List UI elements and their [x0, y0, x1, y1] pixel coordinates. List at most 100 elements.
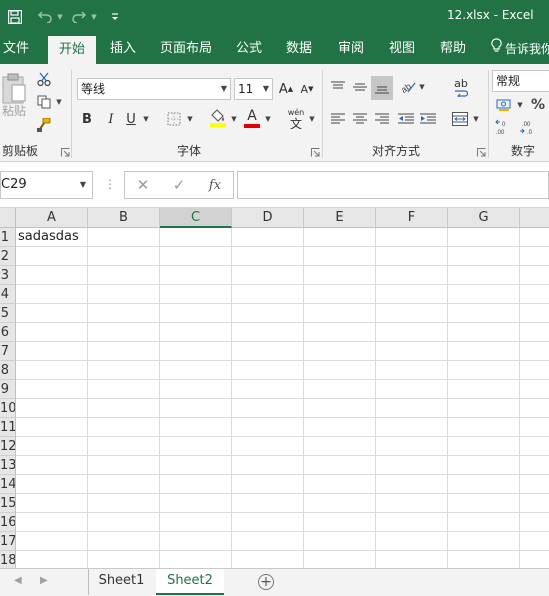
row-header[interactable]: 6	[0, 323, 16, 342]
cell-c17[interactable]	[160, 532, 232, 551]
cell-g13[interactable]	[448, 456, 520, 475]
cell-f16[interactable]	[376, 513, 448, 532]
column-header-f[interactable]: F	[376, 208, 448, 228]
cell-h3[interactable]	[520, 266, 549, 285]
cell-g14[interactable]	[448, 475, 520, 494]
cell-e16[interactable]	[304, 513, 376, 532]
undo-dropdown-icon[interactable]: ▼	[55, 0, 65, 34]
cell-h16[interactable]	[520, 513, 549, 532]
cell-e11[interactable]	[304, 418, 376, 437]
font-launcher-icon[interactable]	[311, 146, 320, 157]
row-header[interactable]: 13	[0, 456, 16, 475]
cell-b7[interactable]	[88, 342, 160, 361]
cell-f15[interactable]	[376, 494, 448, 513]
decrease-decimal-icon[interactable]: .00.0	[518, 116, 538, 138]
cell-g5[interactable]	[448, 304, 520, 323]
cell-f1[interactable]	[376, 228, 448, 247]
cell-c7[interactable]	[160, 342, 232, 361]
cell-a2[interactable]	[16, 247, 88, 266]
name-box[interactable]: C29 ▼	[0, 171, 93, 199]
cell-f8[interactable]	[376, 361, 448, 380]
cancel-icon[interactable]: ✕	[133, 176, 153, 194]
font-color-dropdown-icon[interactable]: ▼	[264, 114, 272, 124]
cell-h14[interactable]	[520, 475, 549, 494]
cell-e5[interactable]	[304, 304, 376, 323]
middle-align-icon[interactable]	[350, 76, 370, 98]
row-header[interactable]: 1	[0, 228, 16, 247]
cell-d13[interactable]	[232, 456, 304, 475]
font-size-box[interactable]: 11 ▼	[234, 78, 273, 100]
cell-b11[interactable]	[88, 418, 160, 437]
cell-d7[interactable]	[232, 342, 304, 361]
cell-b3[interactable]	[88, 266, 160, 285]
increase-indent-icon[interactable]	[418, 108, 438, 130]
cell-c15[interactable]	[160, 494, 232, 513]
tab-file[interactable]: 文件	[0, 34, 32, 64]
cell-f6[interactable]	[376, 323, 448, 342]
cell-a6[interactable]	[16, 323, 88, 342]
cell-a14[interactable]	[16, 475, 88, 494]
cell-h11[interactable]	[520, 418, 549, 437]
cell-h2[interactable]	[520, 247, 549, 266]
cell-d5[interactable]	[232, 304, 304, 323]
insert-function-icon[interactable]: fx	[205, 176, 225, 194]
cell-a4[interactable]	[16, 285, 88, 304]
accounting-format-icon[interactable]	[494, 94, 514, 116]
cell-f11[interactable]	[376, 418, 448, 437]
cell-b5[interactable]	[88, 304, 160, 323]
cell-c9[interactable]	[160, 380, 232, 399]
orientation-dropdown-icon[interactable]: ▼	[418, 82, 426, 92]
percent-style-button[interactable]: %	[528, 94, 548, 116]
cell-f5[interactable]	[376, 304, 448, 323]
align-center-icon[interactable]	[350, 108, 370, 130]
cell-c8[interactable]	[160, 361, 232, 380]
cell-d6[interactable]	[232, 323, 304, 342]
increase-decimal-icon[interactable]: 0.00	[494, 116, 514, 138]
merge-center-icon[interactable]	[450, 108, 470, 130]
cell-b4[interactable]	[88, 285, 160, 304]
tell-me-search[interactable]: 告诉我你	[491, 34, 549, 64]
customize-icon[interactable]	[108, 0, 122, 34]
cell-d8[interactable]	[232, 361, 304, 380]
cell-g8[interactable]	[448, 361, 520, 380]
row-header[interactable]: 16	[0, 513, 16, 532]
cell-b18[interactable]	[88, 551, 160, 568]
redo-dropdown-icon[interactable]: ▼	[89, 0, 99, 34]
row-header[interactable]: 5	[0, 304, 16, 323]
tab-home[interactable]: 开始	[48, 36, 96, 64]
cell-a18[interactable]	[16, 551, 88, 568]
cell-e6[interactable]	[304, 323, 376, 342]
cell-a17[interactable]	[16, 532, 88, 551]
tab-help[interactable]: 帮助	[434, 34, 472, 64]
column-header-a[interactable]: A	[16, 208, 88, 228]
cell-d16[interactable]	[232, 513, 304, 532]
cell-h1[interactable]	[520, 228, 549, 247]
phonetic-guide-icon[interactable]: wén 文	[284, 106, 308, 132]
row-header[interactable]: 11	[0, 418, 16, 437]
cell-a13[interactable]	[16, 456, 88, 475]
cell-a5[interactable]	[16, 304, 88, 323]
name-box-dropdown-icon[interactable]: ▼	[80, 172, 86, 198]
cell-b12[interactable]	[88, 437, 160, 456]
phonetic-dropdown-icon[interactable]: ▼	[308, 114, 316, 124]
cell-e7[interactable]	[304, 342, 376, 361]
tab-view[interactable]: 视图	[383, 34, 421, 64]
tab-page-layout[interactable]: 页面布局	[156, 34, 216, 64]
cell-a12[interactable]	[16, 437, 88, 456]
borders-icon[interactable]	[164, 108, 184, 130]
cell-d2[interactable]	[232, 247, 304, 266]
cell-b10[interactable]	[88, 399, 160, 418]
row-header[interactable]: 15	[0, 494, 16, 513]
cell-b13[interactable]	[88, 456, 160, 475]
cell-e2[interactable]	[304, 247, 376, 266]
font-name-box[interactable]: 等线 ▼	[77, 78, 231, 100]
cell-c11[interactable]	[160, 418, 232, 437]
cell-b1[interactable]	[88, 228, 160, 247]
row-header[interactable]: 17	[0, 532, 16, 551]
cell-e4[interactable]	[304, 285, 376, 304]
cell-e8[interactable]	[304, 361, 376, 380]
tab-review[interactable]: 审阅	[332, 34, 370, 64]
cell-h18[interactable]	[520, 551, 549, 568]
underline-dropdown-icon[interactable]: ▼	[142, 114, 150, 124]
borders-dropdown-icon[interactable]: ▼	[186, 114, 194, 124]
